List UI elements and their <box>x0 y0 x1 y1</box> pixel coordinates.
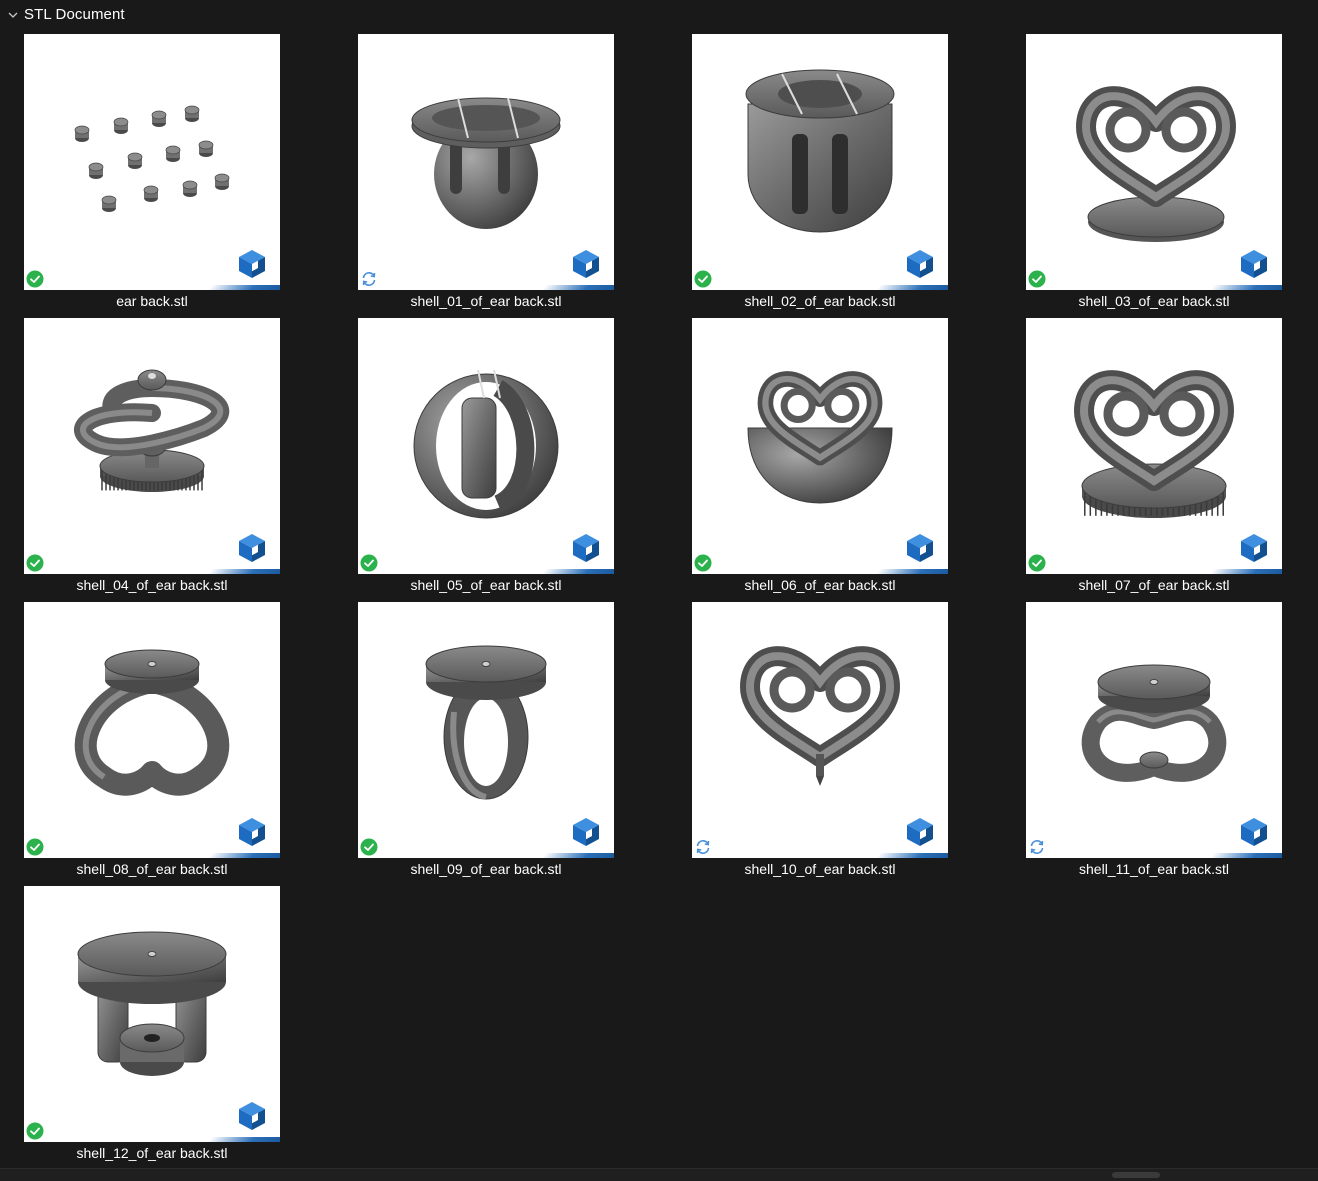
file-thumbnail[interactable] <box>1026 318 1282 574</box>
file-thumbnail[interactable] <box>692 602 948 858</box>
scrollbar-thumb[interactable] <box>1112 1172 1160 1178</box>
file-name[interactable]: shell_09_of_ear back.stl <box>358 860 614 878</box>
cube-logo-icon <box>573 818 599 846</box>
brand-stripe <box>542 853 614 858</box>
group-header[interactable]: STL Document <box>0 0 1318 30</box>
sync-arrows-icon <box>362 272 376 286</box>
file-tile[interactable]: shell_11_of_ear back.stl <box>1026 602 1282 882</box>
check-circle-icon <box>26 838 44 856</box>
file-tile[interactable]: ear back.stl <box>24 34 280 314</box>
sync-arrows-icon <box>1030 840 1044 854</box>
brand-stripe <box>208 853 280 858</box>
file-tile[interactable]: shell_03_of_ear back.stl <box>1026 34 1282 314</box>
check-circle-icon <box>26 270 44 288</box>
file-name[interactable]: shell_06_of_ear back.stl <box>692 576 948 594</box>
file-thumbnail[interactable] <box>692 34 948 290</box>
brand-stripe <box>876 569 948 574</box>
cube-logo-icon <box>907 250 933 278</box>
cube-logo-icon <box>573 534 599 562</box>
brand-stripe <box>876 853 948 858</box>
file-grid: ear back.stl shell_01_of_ear back.stl sh… <box>24 34 1282 1170</box>
brand-stripe <box>1210 285 1282 290</box>
check-circle-icon <box>1028 270 1046 288</box>
file-thumbnail[interactable] <box>1026 602 1282 858</box>
file-name[interactable]: shell_08_of_ear back.stl <box>24 860 280 878</box>
file-tile[interactable]: shell_09_of_ear back.stl <box>358 602 614 882</box>
sync-arrows-icon <box>696 840 710 854</box>
brand-stripe <box>1210 569 1282 574</box>
cube-logo-icon <box>1241 818 1267 846</box>
cube-logo-icon <box>907 534 933 562</box>
group-title: STL Document <box>24 6 125 23</box>
file-thumbnail[interactable] <box>24 602 280 858</box>
file-tile[interactable]: shell_12_of_ear back.stl <box>24 886 280 1166</box>
check-circle-icon <box>26 554 44 572</box>
file-name[interactable]: shell_10_of_ear back.stl <box>692 860 948 878</box>
file-thumbnail[interactable] <box>1026 34 1282 290</box>
cube-logo-icon <box>907 818 933 846</box>
file-tile[interactable]: shell_07_of_ear back.stl <box>1026 318 1282 598</box>
brand-stripe <box>208 569 280 574</box>
file-name[interactable]: ear back.stl <box>24 292 280 310</box>
brand-stripe <box>208 285 280 290</box>
file-thumbnail[interactable] <box>358 34 614 290</box>
file-tile[interactable]: shell_06_of_ear back.stl <box>692 318 948 598</box>
file-thumbnail[interactable] <box>24 34 280 290</box>
check-circle-icon <box>26 1122 44 1140</box>
file-tile[interactable]: shell_10_of_ear back.stl <box>692 602 948 882</box>
cube-logo-icon <box>1241 534 1267 562</box>
check-circle-icon <box>360 554 378 572</box>
cube-logo-icon <box>239 250 265 278</box>
brand-stripe <box>542 569 614 574</box>
file-tile[interactable]: shell_08_of_ear back.stl <box>24 602 280 882</box>
file-tile[interactable]: shell_02_of_ear back.stl <box>692 34 948 314</box>
chevron-down-icon[interactable] <box>7 9 19 21</box>
file-name[interactable]: shell_02_of_ear back.stl <box>692 292 948 310</box>
file-name[interactable]: shell_05_of_ear back.stl <box>358 576 614 594</box>
brand-stripe <box>1210 853 1282 858</box>
cube-logo-icon <box>239 534 265 562</box>
file-name[interactable]: shell_01_of_ear back.stl <box>358 292 614 310</box>
file-thumbnail[interactable] <box>24 318 280 574</box>
file-name[interactable]: shell_03_of_ear back.stl <box>1026 292 1282 310</box>
brand-stripe <box>876 285 948 290</box>
file-name[interactable]: shell_12_of_ear back.stl <box>24 1144 280 1162</box>
horizontal-scrollbar[interactable] <box>0 1168 1318 1181</box>
file-thumbnail[interactable] <box>358 318 614 574</box>
cube-logo-icon <box>239 818 265 846</box>
check-circle-icon <box>1028 554 1046 572</box>
file-tile[interactable]: shell_05_of_ear back.stl <box>358 318 614 598</box>
file-tile[interactable]: shell_01_of_ear back.stl <box>358 34 614 314</box>
file-thumbnail[interactable] <box>24 886 280 1142</box>
file-thumbnail[interactable] <box>692 318 948 574</box>
check-circle-icon <box>694 270 712 288</box>
cube-logo-icon <box>573 250 599 278</box>
cube-logo-icon <box>239 1102 265 1130</box>
brand-stripe <box>208 1137 280 1142</box>
cube-logo-icon <box>1241 250 1267 278</box>
brand-stripe <box>542 285 614 290</box>
file-name[interactable]: shell_07_of_ear back.stl <box>1026 576 1282 594</box>
file-name[interactable]: shell_11_of_ear back.stl <box>1026 860 1282 878</box>
file-tile[interactable]: shell_04_of_ear back.stl <box>24 318 280 598</box>
check-circle-icon <box>694 554 712 572</box>
check-circle-icon <box>360 838 378 856</box>
file-thumbnail[interactable] <box>358 602 614 858</box>
file-name[interactable]: shell_04_of_ear back.stl <box>24 576 280 594</box>
